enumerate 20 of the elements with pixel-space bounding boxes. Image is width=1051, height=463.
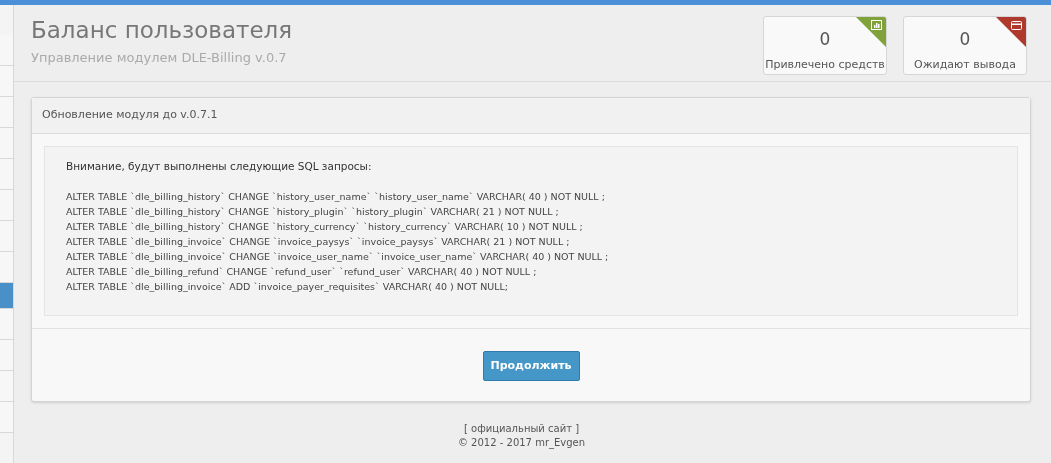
page-title: Баланс пользователя <box>31 16 293 45</box>
official-site-link[interactable]: [ официальный сайт ] <box>463 422 580 436</box>
page-subtitle: Управление модулем DLE-Billing v.0.7 <box>31 49 288 67</box>
copyright-text: © 2012 - 2017 mr_Evgen <box>457 436 586 450</box>
sql-query: ALTER TABLE `dle_billing_invoice` CHANGE `invoice_paysys` `invoice_paysys` VARCHAR( 21 ) NOT NULL ; <box>66 234 571 249</box>
panel-title: Обновление модуля до v.0.7.1 <box>32 98 1030 134</box>
credit-card-icon <box>1011 21 1022 30</box>
bar-chart-icon <box>871 20 882 30</box>
notice-text: Внимание, будут выполнены следующие SQL запросы: <box>66 159 373 174</box>
sql-query: ALTER TABLE `dle_billing_refund` CHANGE `refund_user` `refund_user` VARCHAR( 40 ) NOT NULL ; <box>66 264 538 279</box>
stat-label: Ожидают вывода <box>914 57 1016 73</box>
sql-query: ALTER TABLE `dle_billing_invoice` CHANGE `invoice_user_name` `invoice_user_name` VARCHAR( 40 ) NOT NULL ; <box>66 249 610 264</box>
sidebar-item[interactable] <box>0 283 13 309</box>
stat-label: Привлечено средств <box>765 57 885 73</box>
stat-value: 0 <box>959 29 971 49</box>
sql-query: ALTER TABLE `dle_billing_history` CHANGE `history_currency` `history_currency` VARCHAR( 10 ) NOT NULL ; <box>66 219 584 234</box>
sql-query: ALTER TABLE `dle_billing_invoice` ADD `invoice_payer_requisites` VARCHAR( 40 ) NOT NULL; <box>66 279 510 294</box>
stat-value: 0 <box>819 29 831 49</box>
sql-query: ALTER TABLE `dle_billing_history` CHANGE `history_user_name` `history_user_name` VARCHAR( 40 ) NOT NULL ; <box>66 189 606 204</box>
sql-query: ALTER TABLE `dle_billing_history` CHANGE `history_plugin` `history_plugin` VARCHAR( 21 ) NOT NULL ; <box>66 204 560 219</box>
